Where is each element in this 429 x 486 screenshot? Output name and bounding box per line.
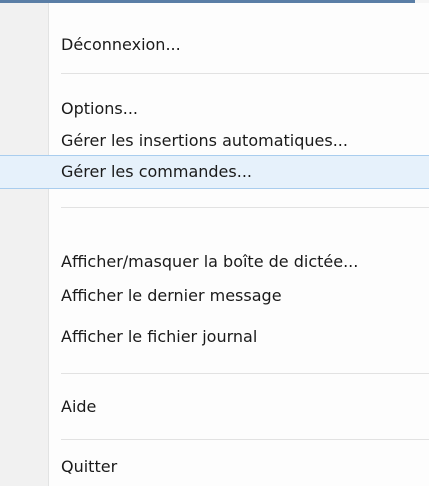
menu-item-deconnexion[interactable]: Déconnexion... — [50, 28, 429, 62]
menu-item-quitter[interactable]: Quitter — [50, 450, 429, 484]
menu-item-afficher-dernier[interactable]: Afficher le dernier message — [50, 279, 429, 313]
menu-separator — [61, 207, 429, 208]
menu-gutter-divider — [48, 3, 49, 486]
menu-item-gerer-commandes[interactable]: Gérer les commandes... — [0, 155, 429, 189]
menu-separator — [61, 373, 429, 374]
context-menu: Déconnexion... Options... Gérer les inse… — [0, 3, 429, 486]
menu-separator — [61, 439, 429, 440]
menu-item-afficher-masquer[interactable]: Afficher/masquer la boîte de dictée... — [50, 245, 429, 279]
menu-separator — [61, 73, 429, 74]
menu-item-afficher-journal[interactable]: Afficher le fichier journal — [50, 320, 429, 354]
menu-item-gerer-insertions[interactable]: Gérer les insertions automatiques... — [50, 124, 429, 158]
menu-item-options[interactable]: Options... — [50, 92, 429, 126]
menu-item-aide[interactable]: Aide — [50, 390, 429, 424]
menu-icon-gutter — [0, 3, 48, 486]
